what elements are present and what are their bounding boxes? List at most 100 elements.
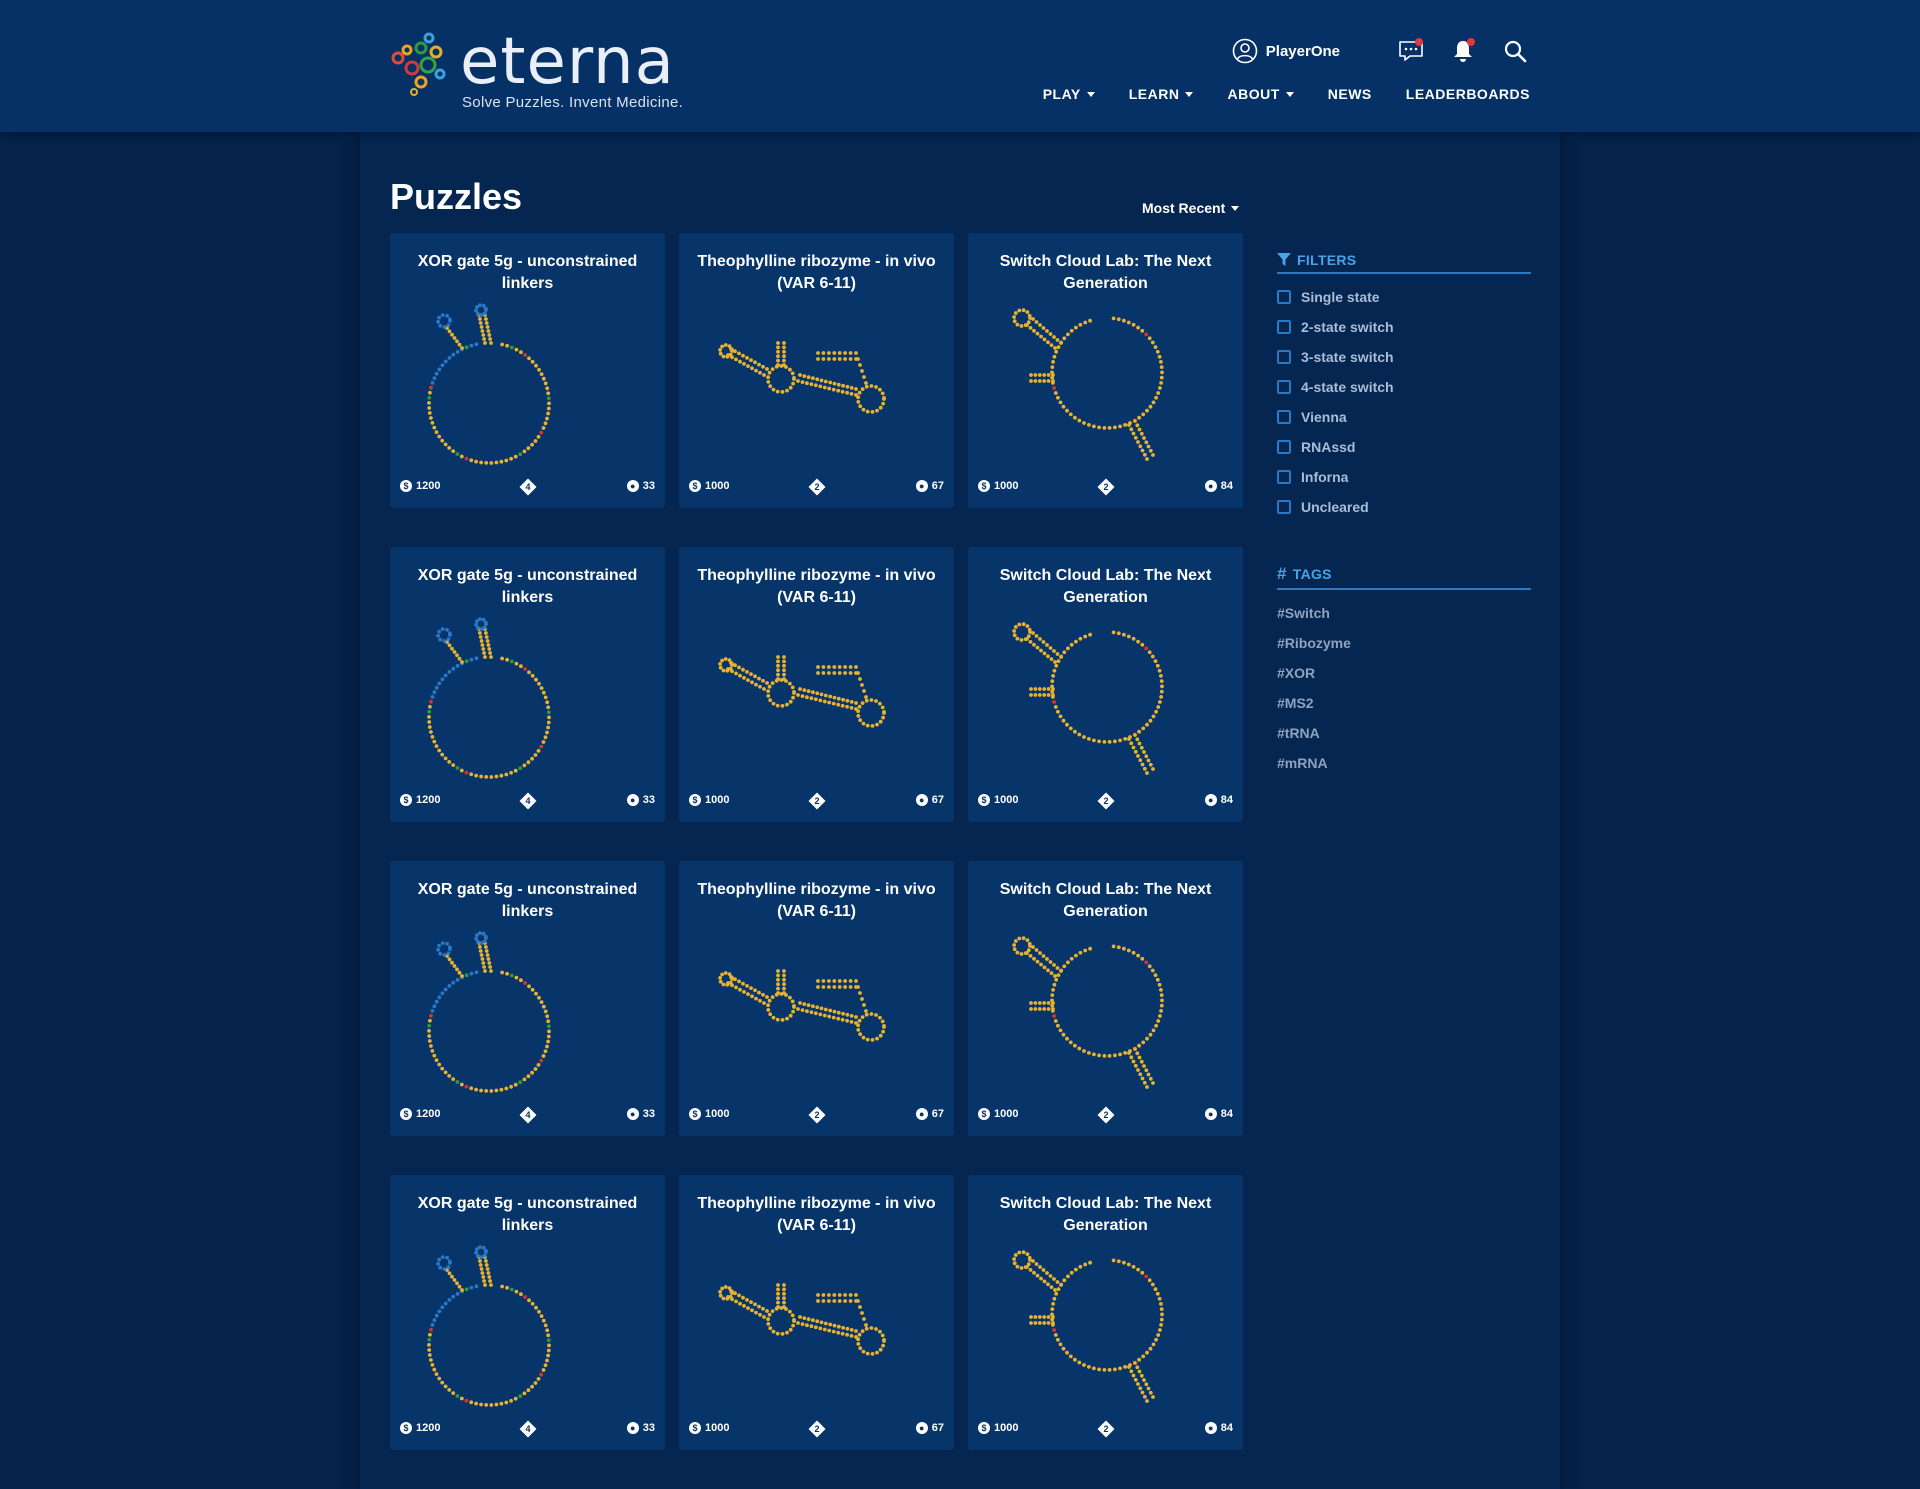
puzzle-card[interactable]: Theophylline ribozyme - in vivo (VAR 6-1… [679, 547, 954, 822]
notification-unread-dot [1467, 38, 1475, 46]
puzzle-stats: $1000 2 ● 67 [689, 478, 944, 498]
filter-list: Single state 2-state switch 3-state switch… [1277, 282, 1531, 522]
notifications-button[interactable] [1448, 36, 1478, 66]
players-value: 84 [1220, 794, 1233, 806]
user-avatar-icon [1232, 38, 1258, 64]
search-button[interactable] [1500, 36, 1530, 66]
coin-icon: $ [978, 794, 990, 806]
players-value: 33 [642, 1108, 655, 1120]
filter-checkbox[interactable] [1277, 410, 1291, 424]
state-count-badge: 2 [1097, 792, 1114, 810]
filter-label: Vienna [1301, 409, 1347, 425]
chat-button[interactable] [1396, 36, 1426, 66]
reward-stat: $1000 [689, 794, 729, 806]
players-icon: ● [1204, 794, 1217, 806]
eterna-logo[interactable]: eterna Solve Puzzles. Invent Medicine. [388, 30, 688, 115]
players-value: 33 [642, 794, 655, 806]
puzzle-title: Switch Cloud Lab: The Next Generation [999, 881, 1212, 920]
reward-stat: $1200 [400, 480, 440, 492]
puzzle-card[interactable]: Switch Cloud Lab: The Next Generation $10… [968, 547, 1243, 822]
tag-link[interactable]: #tRNA [1277, 718, 1531, 748]
puzzle-title: XOR gate 5g - unconstrained linkers [417, 253, 638, 292]
players-stat: ● 84 [1204, 794, 1233, 806]
filter-checkbox[interactable] [1277, 470, 1291, 484]
filter-option[interactable]: 2-state switch [1277, 312, 1531, 342]
puzzle-title: Theophylline ribozyme - in vivo (VAR 6-1… [697, 567, 936, 606]
nav-play-label: PLAY [1042, 86, 1081, 102]
puzzle-card[interactable]: Theophylline ribozyme - in vivo (VAR 6-1… [679, 233, 954, 508]
puzzle-card[interactable]: Switch Cloud Lab: The Next Generation $10… [968, 233, 1243, 508]
puzzle-card[interactable]: XOR gate 5g - unconstrained linkers $1200… [390, 1175, 665, 1450]
players-stat: ● 84 [1204, 1422, 1233, 1434]
puzzle-card[interactable]: Switch Cloud Lab: The Next Generation $10… [968, 861, 1243, 1136]
reward-value: 1000 [994, 480, 1019, 492]
username: PlayerOne [1265, 42, 1340, 60]
rna-structure-icon [718, 341, 886, 414]
state-count-badge: 2 [808, 478, 825, 496]
rna-structure-icon [427, 303, 551, 465]
tag-link[interactable]: #Ribozyme [1277, 628, 1531, 658]
sort-dropdown[interactable]: Most Recent [1142, 200, 1240, 216]
reward-value: 1000 [705, 794, 730, 806]
state-count: 2 [813, 1110, 819, 1120]
filter-checkbox[interactable] [1277, 350, 1291, 364]
players-value: 33 [642, 1422, 655, 1434]
rna-structure-icon [1012, 308, 1164, 461]
puzzle-title: XOR gate 5g - unconstrained linkers [417, 881, 638, 920]
state-count-badge: 2 [808, 1420, 825, 1438]
puzzle-card[interactable]: XOR gate 5g - unconstrained linkers $1200… [390, 233, 665, 508]
rna-structure-icon [718, 655, 886, 728]
players-icon: ● [915, 1108, 928, 1120]
tag-link[interactable]: #XOR [1277, 658, 1531, 688]
site-header: eterna Solve Puzzles. Invent Medicine. P… [0, 0, 1920, 132]
filter-option[interactable]: RNAssd [1277, 432, 1531, 462]
puzzle-title: XOR gate 5g - unconstrained linkers [417, 1195, 638, 1234]
chat-unread-dot [1415, 38, 1423, 46]
nav-play[interactable]: PLAY [1043, 86, 1095, 102]
puzzle-card[interactable]: Switch Cloud Lab: The Next Generation $10… [968, 1175, 1243, 1450]
state-count-badge: 2 [808, 1106, 825, 1124]
players-stat: ● 67 [915, 794, 944, 806]
puzzle-card[interactable]: Theophylline ribozyme - in vivo (VAR 6-1… [679, 861, 954, 1136]
nav-about[interactable]: ABOUT [1227, 86, 1294, 102]
tag-link[interactable]: #MS2 [1277, 688, 1531, 718]
filter-option[interactable]: Single state [1277, 282, 1531, 312]
filter-option[interactable]: Vienna [1277, 402, 1531, 432]
filter-option[interactable]: 3-state switch [1277, 342, 1531, 372]
state-count: 4 [524, 796, 530, 806]
state-count: 2 [813, 1424, 819, 1434]
main-nav: PLAY LEARN ABOUT NEWS LEADERBOARDS [1009, 86, 1530, 102]
tag-link[interactable]: #mRNA [1277, 748, 1531, 778]
players-value: 67 [931, 1108, 944, 1120]
state-count: 2 [1102, 796, 1108, 806]
rna-structure-icon [427, 617, 551, 779]
nav-news-label: NEWS [1327, 86, 1372, 102]
filter-label: Inforna [1301, 469, 1349, 485]
puzzle-card[interactable]: Theophylline ribozyme - in vivo (VAR 6-1… [679, 1175, 954, 1450]
filter-checkbox[interactable] [1277, 500, 1291, 514]
filter-checkbox[interactable] [1277, 380, 1291, 394]
filter-label: RNAssd [1301, 439, 1356, 455]
coin-icon: $ [689, 794, 701, 806]
filter-option[interactable]: 4-state switch [1277, 372, 1531, 402]
reward-stat: $1000 [978, 480, 1018, 492]
reward-value: 1200 [416, 480, 441, 492]
puzzle-card[interactable]: XOR gate 5g - unconstrained linkers $1200… [390, 861, 665, 1136]
filter-option[interactable]: Uncleared [1277, 492, 1531, 522]
sidebar: FILTERS Single state 2-state switch 3-stat… [1277, 252, 1531, 778]
tag-link[interactable]: #Switch [1277, 598, 1531, 628]
filter-option[interactable]: Inforna [1277, 462, 1531, 492]
puzzle-card[interactable]: XOR gate 5g - unconstrained linkers $1200… [390, 547, 665, 822]
state-count-badge: 4 [519, 1420, 536, 1438]
nav-learn[interactable]: LEARN [1129, 86, 1194, 102]
players-icon: ● [915, 480, 928, 492]
nav-news[interactable]: NEWS [1328, 86, 1372, 102]
filter-checkbox[interactable] [1277, 290, 1291, 304]
filter-checkbox[interactable] [1277, 320, 1291, 334]
coin-icon: $ [400, 480, 412, 492]
nav-leaderboards[interactable]: LEADERBOARDS [1406, 86, 1530, 102]
filter-checkbox[interactable] [1277, 440, 1291, 454]
state-count: 2 [1102, 482, 1108, 492]
players-value: 67 [931, 480, 944, 492]
user-menu[interactable]: PlayerOne [1232, 38, 1340, 64]
